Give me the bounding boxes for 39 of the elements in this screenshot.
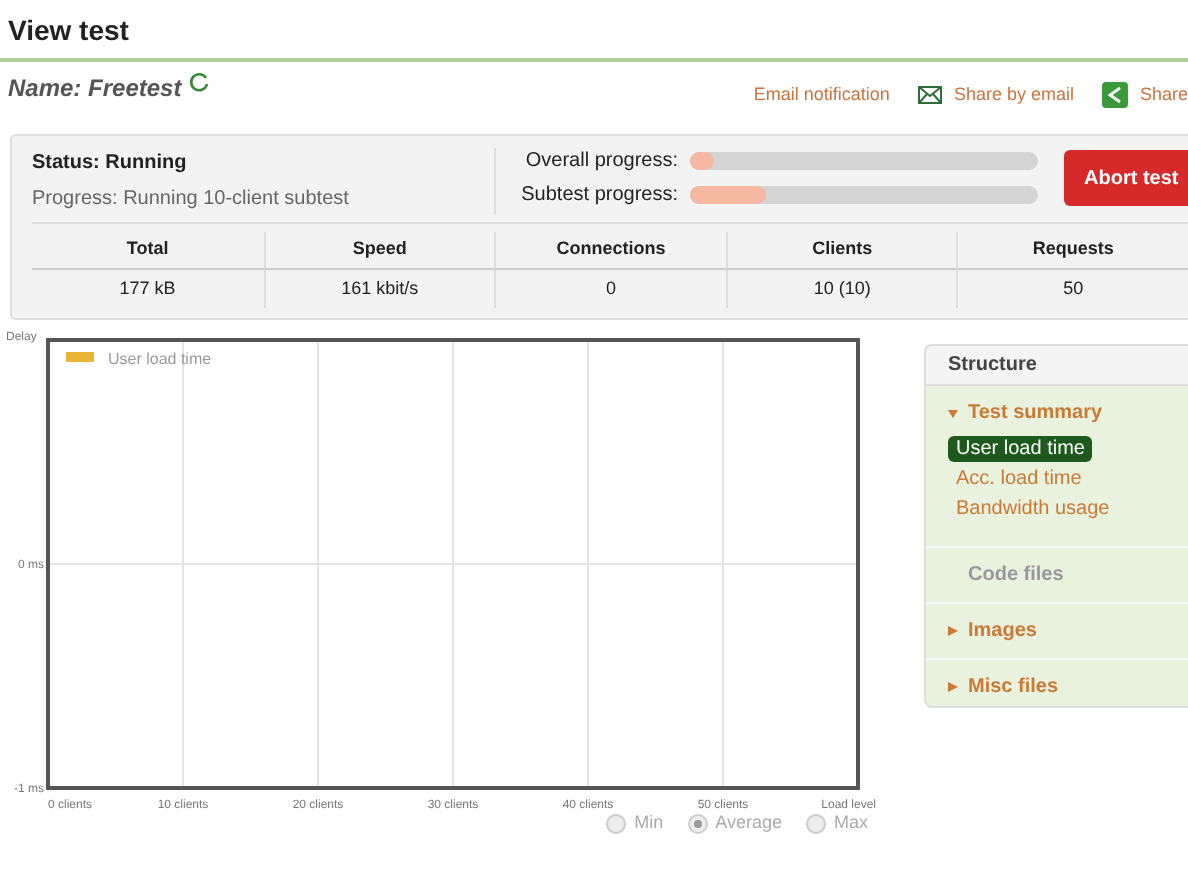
table-cell-text: 177 kB xyxy=(117,275,178,301)
tree-item[interactable]: Bandwidth usage xyxy=(948,496,1118,522)
collapsed-arrow-icon xyxy=(948,626,958,636)
progress-label: Subtest progress: xyxy=(519,181,678,209)
table-cell: 161 kbit/s xyxy=(263,269,495,308)
progress-label: Overall progress: xyxy=(523,147,678,175)
column-header: Requests xyxy=(956,232,1188,269)
tree-item[interactable]: Test summary xyxy=(948,398,1188,428)
column-header: Total xyxy=(32,232,264,269)
link[interactable]: Share by email xyxy=(917,82,1074,109)
table-cell: 10 (10) xyxy=(725,269,957,308)
legend-label: User load time xyxy=(108,350,212,368)
envelope-icon xyxy=(917,86,942,105)
radio-button[interactable] xyxy=(687,813,708,834)
test-name: Name: Freetest xyxy=(8,72,182,106)
share-icon xyxy=(1101,82,1128,109)
tree-item[interactable]: Misc files xyxy=(948,672,1188,702)
progress-text: Progress: Running 10-client subtest xyxy=(32,186,351,214)
radio-option[interactable]: Average xyxy=(687,810,782,837)
table-cell: 0 xyxy=(494,269,726,308)
radio-option[interactable]: Min xyxy=(606,810,664,837)
table-cell: 50 xyxy=(956,269,1188,308)
collapsed-arrow-icon xyxy=(948,682,958,692)
column-header: Speed xyxy=(263,232,495,269)
tree-item[interactable]: Images xyxy=(948,616,1188,646)
abort-button[interactable]: Abort test xyxy=(1064,150,1188,206)
link[interactable]: Share xyxy=(1101,82,1188,109)
radio-button[interactable] xyxy=(606,813,627,834)
radio-button[interactable] xyxy=(805,813,826,834)
tree-item[interactable]: Acc. load time xyxy=(948,466,1090,492)
page-title: View test xyxy=(8,14,129,46)
column-header: Connections xyxy=(494,232,726,269)
link[interactable]: Email notification xyxy=(753,82,890,109)
status-label: Status: Running xyxy=(32,150,189,178)
panel-title: Structure xyxy=(948,352,1037,380)
tree-item[interactable]: User load time xyxy=(948,436,1093,462)
column-header: Clients xyxy=(725,232,957,269)
expanded-arrow-icon xyxy=(948,408,958,418)
radio-option[interactable]: Max xyxy=(805,810,868,837)
